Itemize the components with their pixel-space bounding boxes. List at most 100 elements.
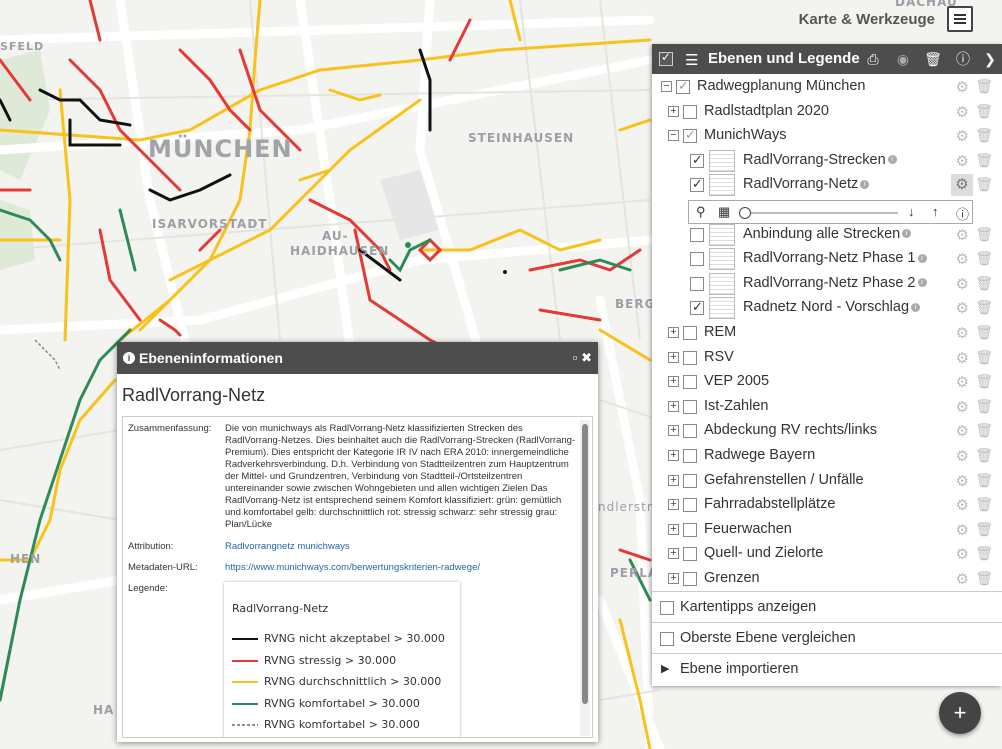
trash-icon[interactable]: 🗑 (975, 521, 993, 538)
layer-info-icon[interactable]: ⓘ (956, 204, 969, 223)
layer-row[interactable]: + Radwege Bayern ⚙ 🗑 (652, 444, 1002, 469)
layer-label[interactable]: Ist-Zahlen (704, 398, 768, 414)
info-icon[interactable]: i (887, 155, 897, 165)
add-button[interactable]: + (939, 692, 981, 734)
arrow-down-icon[interactable]: ↓ (908, 204, 915, 219)
opacity-slider-handle[interactable] (739, 207, 751, 219)
expand-icon[interactable]: + (668, 474, 679, 486)
layer-label[interactable]: Grenzen (704, 570, 760, 586)
trash-icon[interactable]: 🗑 (975, 250, 993, 267)
layer-checkbox[interactable] (683, 104, 697, 119)
gear-icon[interactable]: ⚙ (956, 324, 969, 342)
trash-icon[interactable]: 🗑 (975, 152, 993, 169)
info-icon[interactable]: i (902, 229, 912, 239)
trash-icon[interactable]: 🗑 (975, 299, 993, 316)
layer-checkbox[interactable] (683, 350, 697, 365)
layer-label[interactable]: Feuerwachen (704, 521, 792, 537)
gear-icon[interactable]: ⚙ (956, 570, 969, 588)
layer-row[interactable]: + Radlstadtplan 2020 ⚙ 🗑 (652, 100, 1002, 125)
layer-checkbox[interactable] (683, 127, 697, 144)
layer-row[interactable]: RadlVorrang-Netz Phase 2 i ⚙ 🗑 (652, 272, 1002, 297)
layer-row[interactable]: + Gefahrenstellen / Unfälle ⚙ 🗑 (652, 469, 1002, 494)
layer-checkbox[interactable] (683, 399, 697, 414)
trash-icon[interactable]: 🗑 (975, 349, 993, 366)
layer-checkbox[interactable] (683, 325, 697, 340)
layer-label[interactable]: Radwegplanung München (697, 78, 866, 94)
eye-icon[interactable]: ◉ (888, 44, 918, 74)
layer-row[interactable]: − Radwegplanung München ⚙ 🗑 (652, 75, 1002, 100)
layer-checkbox[interactable] (683, 375, 697, 390)
gear-icon[interactable]: ⚙ (956, 496, 969, 514)
layer-row[interactable]: + Ist-Zahlen ⚙ 🗑 (652, 395, 1002, 420)
layer-row[interactable]: RadlVorrang-Netzi ⚙🗑 (652, 173, 1002, 198)
layer-row[interactable]: + Abdeckung RV rechts/links ⚙ 🗑 (652, 419, 1002, 444)
layer-checkbox[interactable] (690, 227, 704, 242)
layer-checkbox[interactable] (683, 473, 697, 488)
layer-checkbox[interactable] (683, 522, 697, 537)
arrow-up-icon[interactable]: ↑ (932, 204, 939, 219)
trash-icon[interactable]: 🗑 (975, 78, 993, 95)
trash-icon[interactable]: 🗑 (975, 447, 993, 464)
gear-icon[interactable]: ⚙ (956, 545, 969, 563)
layer-checkbox[interactable] (690, 176, 704, 193)
trash-icon[interactable]: 🗑 (975, 570, 993, 587)
search-icon[interactable]: ⚲ (696, 204, 706, 220)
opacity-slider[interactable] (743, 212, 898, 214)
trash-icon[interactable]: 🗑 (975, 176, 993, 193)
compare-layer-row[interactable]: Oberste Ebene vergleichen (652, 622, 1002, 653)
info-icon[interactable]: i (917, 278, 927, 288)
info-icon[interactable]: i (860, 180, 870, 190)
layer-label[interactable]: MunichWays (704, 127, 786, 143)
expand-icon[interactable]: + (668, 400, 679, 412)
trash-icon[interactable]: 🗑 (975, 226, 993, 243)
gear-icon[interactable]: ⚙ (956, 521, 969, 539)
expand-icon[interactable]: + (668, 326, 679, 338)
layer-checkbox[interactable] (690, 152, 704, 168)
layer-checkbox[interactable] (690, 299, 704, 316)
collapse-panel-icon[interactable]: ❯ (978, 44, 1002, 74)
gear-icon[interactable]: ⚙ (956, 299, 969, 317)
trash-icon[interactable]: 🗑 (975, 103, 993, 120)
layer-row[interactable]: + REM ⚙ 🗑 (652, 321, 1002, 346)
layer-checkbox[interactable] (690, 252, 704, 267)
info-icon[interactable]: i (911, 303, 921, 313)
gear-icon[interactable]: ⚙ (956, 275, 969, 293)
menu-button[interactable] (947, 6, 973, 32)
gear-icon[interactable]: ⚙ (951, 174, 973, 197)
layer-label[interactable]: REM (704, 324, 736, 340)
trash-icon[interactable]: 🗑 (975, 398, 993, 415)
layer-label[interactable]: Gefahrenstellen / Unfälle (704, 472, 864, 488)
gear-icon[interactable]: ⚙ (956, 472, 969, 490)
collapse-icon[interactable]: − (661, 81, 672, 92)
gear-icon[interactable]: ⚙ (956, 349, 969, 367)
layer-row[interactable]: Anbindung alle Strecken i ⚙ 🗑 (652, 223, 1002, 248)
compare-layer-checkbox[interactable] (660, 632, 674, 646)
trash-icon[interactable]: 🗑 (975, 545, 993, 562)
map-tips-checkbox[interactable] (660, 601, 674, 615)
trash-icon[interactable]: 🗑 (975, 422, 993, 439)
gear-icon[interactable]: ⚙ (956, 422, 969, 440)
toggle-all-checkbox[interactable] (659, 50, 673, 66)
layer-checkbox[interactable] (690, 276, 704, 291)
trash-icon[interactable]: 🗑 (975, 472, 993, 489)
gear-icon[interactable]: ⚙ (956, 447, 969, 465)
layer-row[interactable]: Radnetz Nord - Vorschlagi ⚙ 🗑 (652, 296, 1002, 321)
opacity-icon[interactable]: ▦ (718, 204, 730, 220)
dialog-header[interactable]: i Ebeneninformationen ▫ ✖ (117, 342, 598, 374)
layer-label[interactable]: Anbindung alle Strecken i (743, 226, 912, 242)
layer-row[interactable]: + Grenzen ⚙ 🗑 (652, 567, 1002, 592)
layer-label[interactable]: VEP 2005 (704, 373, 769, 389)
gear-icon[interactable]: ⚙ (956, 78, 969, 96)
gear-icon[interactable]: ⚙ (956, 398, 969, 416)
layer-row[interactable]: + VEP 2005 ⚙ 🗑 (652, 370, 1002, 395)
info-icon[interactable]: i (917, 253, 927, 263)
gear-icon[interactable]: ⚙ (956, 127, 969, 145)
scrollbar-thumb[interactable] (582, 424, 588, 704)
trash-icon[interactable]: 🗑 (975, 324, 993, 341)
gear-icon[interactable]: ⚙ (956, 373, 969, 391)
layer-label[interactable]: Abdeckung RV rechts/links (704, 422, 877, 438)
layer-checkbox[interactable] (683, 571, 697, 586)
expand-icon[interactable]: + (668, 376, 679, 388)
trash-icon[interactable]: 🗑 (975, 496, 993, 513)
layer-label[interactable]: RSV (704, 349, 734, 365)
